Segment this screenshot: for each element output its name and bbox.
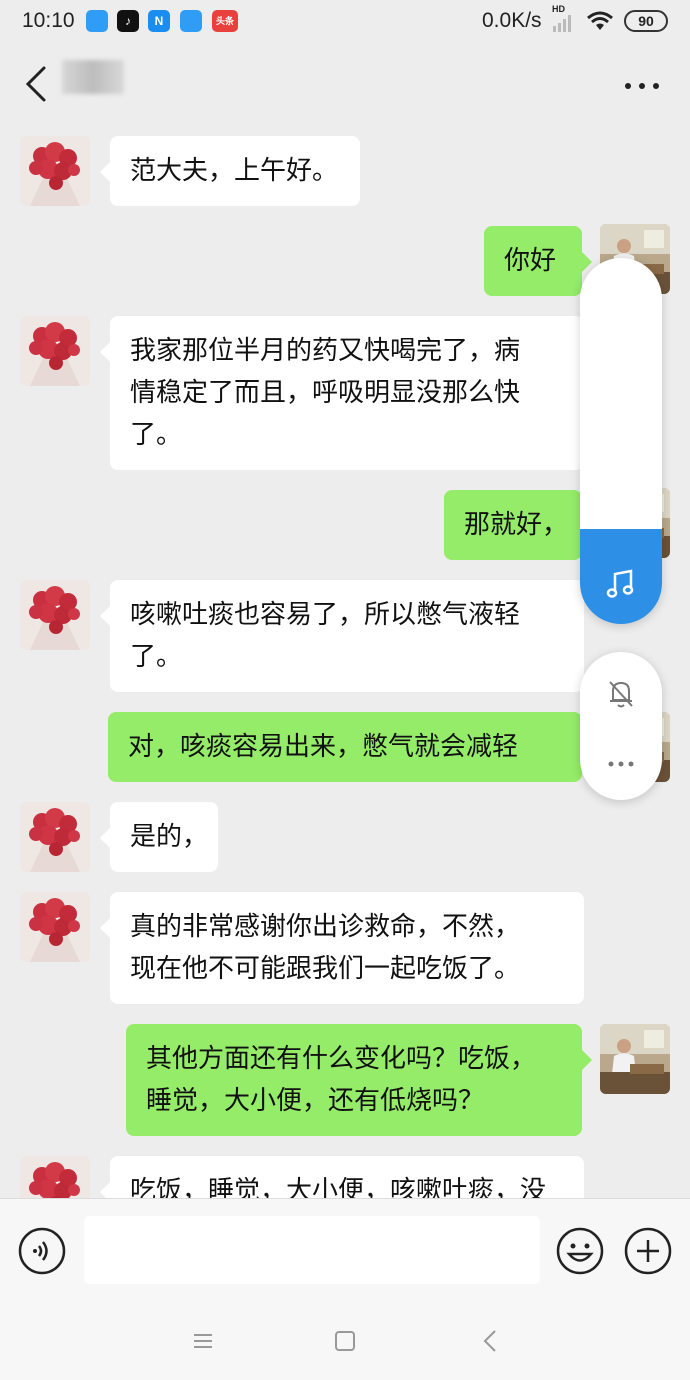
message-text-line: 咳嗽吐痰也容易了，所以憋气液轻	[130, 600, 521, 630]
message-text-line: 真的非常感谢你出诊救命，不然，	[130, 912, 521, 942]
contact-avatar[interactable]	[20, 136, 90, 206]
contact-avatar[interactable]	[20, 580, 90, 650]
battery-indicator: 90	[624, 10, 668, 32]
voice-icon[interactable]	[18, 1227, 66, 1275]
message-text-line: 睡觉，大小便，还有低烧吗？	[146, 1086, 485, 1116]
sound-controls-panel[interactable]	[580, 652, 662, 800]
contact-avatar[interactable]	[20, 892, 90, 962]
wifi-icon	[587, 11, 613, 30]
contact-avatar[interactable]	[20, 316, 90, 386]
signal-icon	[553, 15, 571, 32]
hd-label: HD	[552, 4, 565, 14]
contact-name-blurred	[62, 60, 124, 94]
message-text-line: 你好	[504, 246, 557, 276]
message-text-line: 范大夫，上午好。	[130, 156, 339, 186]
message-input[interactable]	[84, 1216, 540, 1284]
message-bubble[interactable]: 是的，	[100, 802, 218, 872]
message-bubble[interactable]: 你好	[484, 226, 592, 296]
message-text-line: 其他方面还有什么变化吗？吃饭，	[146, 1044, 537, 1074]
bell-off-icon[interactable]	[604, 676, 638, 710]
emoji-icon[interactable]	[556, 1227, 604, 1275]
message-bubble[interactable]: 咳嗽吐痰也容易了，所以憋气液轻 了。	[100, 580, 584, 692]
message-bubble[interactable]: 对，咳痰容易出来，憋气就会减轻	[108, 712, 592, 782]
plus-icon[interactable]	[624, 1227, 672, 1275]
status-time: 10:10	[22, 9, 75, 32]
system-navigation-bar: ⁢⁢⁢⁢⁢⁢⁢⁢⁢⁢⁢⁢⁢⁢⁢	[0, 1300, 690, 1380]
contact-avatar[interactable]	[20, 802, 90, 872]
message-text-line: 我家那位半月的药又快喝完了，病	[130, 336, 521, 366]
volume-panel[interactable]	[580, 258, 662, 624]
app-notification-icon	[180, 10, 202, 32]
message-bubble[interactable]: 我家那位半月的药又快喝完了，病 情稳定了而且，呼吸明显没那么快 了。	[100, 316, 584, 470]
app-n-icon: N	[148, 10, 170, 32]
status-bar: 10:10 ♪ N 头条 0.0K/s HD 90	[0, 0, 690, 44]
network-speed: 0.0K/s	[482, 9, 542, 32]
home-icon[interactable]	[330, 1326, 360, 1356]
message-text-line: 情稳定了而且，呼吸明显没那么快	[130, 378, 521, 408]
message-text-line: 那就好，	[464, 510, 569, 540]
more-dots-icon[interactable]	[604, 752, 638, 776]
back-icon[interactable]	[476, 1326, 506, 1356]
message-bubble[interactable]: 真的非常感谢你出诊救命，不然， 现在他不可能跟我们一起吃饭了。	[100, 892, 584, 1004]
toutiao-icon: 头条	[212, 10, 238, 32]
tiktok-icon: ♪	[117, 10, 139, 32]
message-bubble[interactable]: 范大夫，上午好。	[100, 136, 360, 206]
message-bubble[interactable]: 其他方面还有什么变化吗？吃饭， 睡觉，大小便，还有低烧吗？	[126, 1024, 592, 1136]
message-text-line: 对，咳痰容易出来，憋气就会减轻	[128, 732, 519, 762]
message-text-line: 了。	[130, 642, 183, 672]
back-button[interactable]	[18, 62, 58, 106]
self-avatar[interactable]	[600, 1024, 670, 1094]
message-bubble[interactable]: 那就好，	[444, 490, 592, 560]
menu-icon[interactable]	[188, 1326, 218, 1356]
music-note-icon[interactable]	[603, 566, 639, 602]
message-text-line: 现在他不可能跟我们一起吃饭了。	[130, 954, 521, 984]
more-options-button[interactable]	[620, 72, 664, 100]
message-text-line: 了。	[130, 420, 183, 450]
app-notification-icon	[86, 10, 108, 32]
input-bar	[0, 1198, 690, 1300]
message-text-line: 是的，	[130, 822, 209, 852]
